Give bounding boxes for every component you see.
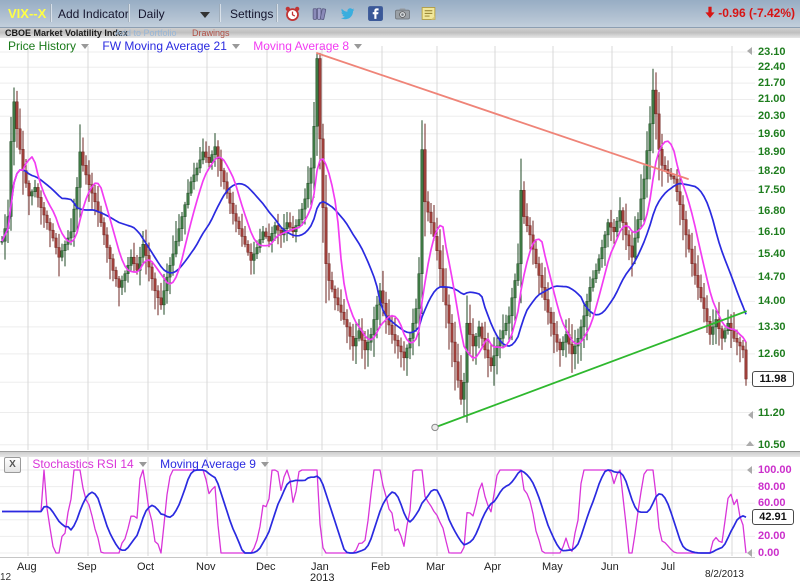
ma8-dropdown[interactable]: Moving Average 8 [253, 39, 349, 53]
price-axis-label: 19.60 [758, 128, 786, 140]
month-label: Mar [426, 561, 445, 573]
chevron-down-icon[interactable] [261, 462, 269, 467]
price-axis-label: 14.00 [758, 295, 786, 307]
price-axis-label: 15.40 [758, 248, 786, 260]
chevron-down-icon[interactable] [200, 12, 210, 18]
books-icon[interactable] [311, 5, 328, 22]
year-label: 2013 [310, 572, 334, 582]
price-axis-label: 23.10 [758, 46, 786, 58]
ma21-dropdown[interactable]: FW Moving Average 21 [102, 39, 227, 53]
month-label: Apr [484, 561, 501, 573]
alarm-clock-icon[interactable] [284, 5, 301, 22]
drawings-link[interactable]: Drawings [192, 28, 230, 38]
ma9-dropdown[interactable]: Moving Average 9 [160, 457, 256, 471]
stoch-value-box: 42.91 [752, 509, 794, 525]
notes-icon[interactable] [420, 5, 437, 22]
month-label: Oct [137, 561, 154, 573]
price-axis-label: 12.60 [758, 348, 786, 360]
price-axis-label: 18.20 [758, 165, 786, 177]
axis-arrow-icon[interactable] [747, 549, 752, 557]
price-axis-label: 21.00 [758, 93, 786, 105]
month-label: Jun [601, 561, 619, 573]
separator [50, 4, 52, 22]
down-arrow-icon [704, 6, 716, 19]
month-label: Aug [17, 561, 37, 573]
price-axis-label: 16.10 [758, 226, 786, 238]
chevron-down-icon[interactable] [139, 462, 147, 467]
month-label: Nov [196, 561, 216, 573]
stoch-rsi-dropdown[interactable]: Stochastics RSI 14 [32, 457, 133, 471]
charting-app: VIX--X Add Indicator Daily Settings [0, 0, 800, 582]
stoch-axis-label: 100.00 [758, 464, 792, 476]
camera-icon[interactable] [394, 5, 411, 22]
twitter-icon[interactable] [339, 5, 356, 22]
axis-arrow-icon[interactable] [746, 441, 754, 446]
stoch-axis-label: 80.00 [758, 481, 786, 493]
close-panel-button[interactable]: X [4, 457, 21, 473]
main-chart-legend: Price History FW Moving Average 21 Movin… [8, 39, 372, 53]
month-label: Feb [371, 561, 390, 573]
price-axis-label: 11.20 [758, 407, 785, 419]
instrument-title: CBOE Market Volatility Index [5, 28, 128, 38]
interval-select[interactable]: Daily [138, 7, 165, 21]
stoch-axis-label: 60.00 [758, 497, 786, 509]
axis-arrow-icon[interactable] [747, 466, 752, 474]
end-date-label: 8/2/2013 [705, 569, 744, 580]
separator [128, 4, 130, 22]
subbar: CBOE Market Volatility Index Add to Port… [0, 28, 800, 38]
change-text: -0.96 (-7.42%) [718, 6, 795, 20]
axis-arrow-icon[interactable] [748, 411, 753, 419]
chevron-down-icon[interactable] [81, 44, 89, 49]
add-indicator-button[interactable]: Add Indicator [58, 7, 129, 21]
stoch-axis-label: 20.00 [758, 530, 786, 542]
month-label: Jul [661, 561, 675, 573]
add-to-portfolio-link[interactable]: Add to Portfolio [115, 28, 177, 38]
chevron-down-icon[interactable] [232, 44, 240, 49]
main-price-chart[interactable] [0, 45, 755, 451]
month-label: Dec [256, 561, 276, 573]
price-axis-label: 20.30 [758, 110, 786, 122]
separator [219, 4, 221, 22]
settings-button[interactable]: Settings [230, 7, 273, 21]
symbol-label: VIX--X [8, 6, 46, 21]
separator [276, 4, 278, 22]
price-axis-label: 17.50 [758, 184, 786, 196]
price-axis-label: 22.40 [758, 61, 786, 73]
price-axis-label: 16.80 [758, 205, 786, 217]
price-axis-label: 10.50 [758, 439, 786, 451]
month-label: Sep [77, 561, 97, 573]
price-axis-label: 21.70 [758, 77, 786, 89]
month-label: May [542, 561, 563, 573]
time-axis[interactable]: AugSepOctNovDecJanFebMarAprMayJunJul2013… [0, 558, 800, 582]
price-change: -0.96 (-7.42%) [704, 6, 795, 20]
toolbar: VIX--X Add Indicator Daily Settings [0, 0, 800, 28]
chevron-down-icon[interactable] [354, 44, 362, 49]
price-history-dropdown[interactable]: Price History [8, 39, 76, 53]
price-axis-label: 13.30 [758, 321, 786, 333]
price-axis-label: 14.70 [758, 271, 786, 283]
price-axis-label: 18.90 [758, 146, 786, 158]
start-year-label: 12 [0, 572, 11, 582]
axis-arrow-icon[interactable] [747, 47, 752, 55]
last-price-box: 11.98 [752, 371, 794, 387]
facebook-icon[interactable] [367, 5, 384, 22]
stoch-panel-legend: X Stochastics RSI 14 Moving Average 9 [4, 457, 279, 473]
